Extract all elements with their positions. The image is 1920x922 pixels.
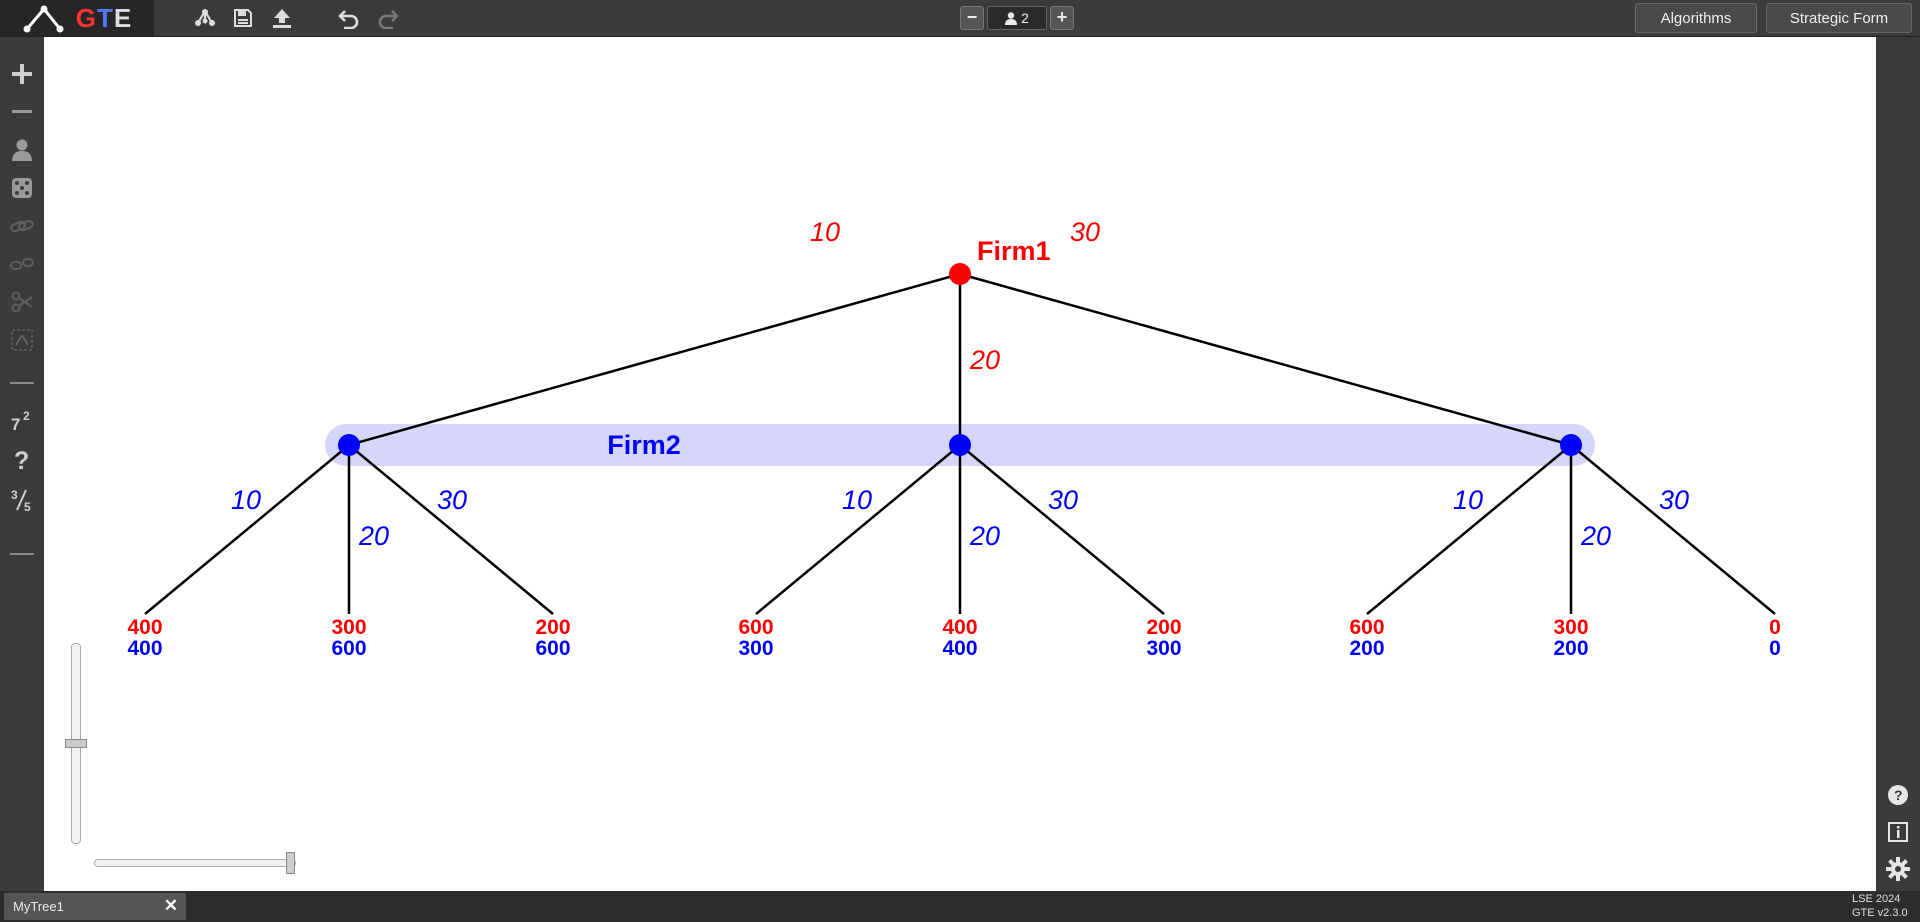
payoff-firm2: 400 — [942, 637, 977, 660]
add-node-icon[interactable] — [7, 59, 37, 89]
tree-canvas[interactable]: Firm2 10 20 30 10 20 30 10 20 30 10 20 30 Firm1 400 40… — [44, 37, 1876, 891]
players-control: − 2 + — [960, 5, 1074, 31]
person-icon — [1005, 11, 1018, 25]
move-label: 30 — [1659, 485, 1689, 515]
svg-text:7: 7 — [11, 415, 20, 433]
algorithms-button[interactable]: Algorithms — [1635, 3, 1757, 33]
payoff-firm1: 0 — [1769, 616, 1781, 639]
move-label: 20 — [1580, 521, 1611, 551]
help-circle-icon[interactable]: ? — [1885, 782, 1911, 808]
payoff-firm1: 300 — [1553, 616, 1588, 639]
payoff-firm1: 400 — [127, 616, 162, 639]
chance-dice-icon[interactable] — [7, 173, 37, 203]
redo-icon[interactable] — [373, 3, 403, 33]
tree-edge — [755, 444, 961, 615]
move-label: 10 — [842, 485, 872, 515]
version-info: LSE 2024 GTE v2.3.0 — [1852, 892, 1912, 920]
svg-text:?: ? — [1894, 787, 1903, 803]
decision-node-firm2[interactable] — [1560, 434, 1582, 456]
payoff-firm2: 0 — [1769, 637, 1781, 660]
payoff-firm1: 200 — [535, 616, 570, 639]
payoff-firm1: 200 — [1146, 616, 1181, 639]
move-label: 10 — [810, 217, 840, 247]
info-icon[interactable] — [1885, 819, 1911, 845]
payoff-firm1: 600 — [738, 616, 773, 639]
bottom-bar: MyTree1 ✕ LSE 2024 GTE v2.3.0 — [0, 891, 1920, 922]
vertical-zoom-slider[interactable] — [65, 643, 87, 844]
decision-node-firm2[interactable] — [949, 434, 971, 456]
payoff-firm1: 300 — [331, 616, 366, 639]
payoff-firm2: 600 — [331, 637, 366, 660]
delete-node-icon[interactable] — [7, 97, 37, 127]
cut-icon[interactable] — [7, 287, 37, 317]
toolbar-divider — [10, 382, 34, 384]
logo-text: GTE — [75, 2, 133, 33]
tree-edge — [348, 272, 961, 447]
payoff-firm2: 300 — [738, 637, 773, 660]
remove-player-button[interactable]: − — [960, 6, 984, 30]
payoff-firm2: 600 — [535, 637, 570, 660]
firm1-player-label: Firm1 — [977, 236, 1051, 266]
move-label: 30 — [1048, 485, 1078, 515]
left-toolbar: 72 ? 35 — [0, 37, 44, 891]
strategic-form-button[interactable]: Strategic Form — [1766, 3, 1912, 33]
players-count-display: 2 — [987, 6, 1047, 30]
gte-logo: GTE — [0, 0, 154, 36]
svg-text:2: 2 — [23, 409, 30, 423]
link-icon[interactable] — [7, 211, 37, 241]
payoff-firm2: 400 — [127, 637, 162, 660]
players-count-value: 2 — [1021, 10, 1029, 26]
tree-edge — [144, 444, 350, 615]
fraction-icon[interactable]: 35 — [7, 485, 37, 515]
undo-icon[interactable] — [334, 3, 364, 33]
right-toolbar: ? — [1876, 37, 1920, 891]
version-line-2: GTE v2.3.0 — [1852, 907, 1908, 919]
root-node-firm1[interactable] — [949, 263, 971, 285]
save-icon[interactable] — [228, 3, 258, 33]
move-label: 30 — [1070, 217, 1100, 247]
close-tab-icon[interactable]: ✕ — [164, 896, 178, 916]
payoff-firm1: 400 — [942, 616, 977, 639]
move-label: 10 — [1453, 485, 1483, 515]
tree-edge — [1366, 444, 1572, 615]
decision-node-firm2[interactable] — [338, 434, 360, 456]
help-question-icon[interactable]: ? — [7, 445, 37, 475]
move-label: 20 — [969, 521, 1000, 551]
tree-edge — [959, 272, 1572, 447]
move-label: 30 — [437, 485, 467, 515]
player-icon[interactable] — [7, 135, 37, 165]
subtree-icon[interactable] — [7, 325, 37, 355]
new-tree-icon[interactable] — [190, 3, 220, 33]
settings-gear-icon[interactable] — [1885, 856, 1911, 882]
toolbar-divider — [10, 553, 34, 555]
tree-logo-icon — [23, 5, 64, 33]
payoff-power-icon[interactable]: 72 — [7, 405, 37, 435]
move-label: 10 — [231, 485, 261, 515]
payoff-firm2: 300 — [1146, 637, 1181, 660]
game-tree[interactable]: Firm2102030102030 102030 102030Firm1 40040… — [44, 37, 1876, 891]
move-label: 20 — [969, 345, 1000, 375]
add-player-button[interactable]: + — [1050, 6, 1074, 30]
horizontal-zoom-slider[interactable] — [94, 852, 296, 874]
upload-icon[interactable] — [267, 3, 297, 33]
tab-mytree1[interactable]: MyTree1 ✕ — [4, 893, 186, 920]
firm2-player-label: Firm2 — [607, 430, 681, 460]
unlink-icon[interactable] — [7, 249, 37, 279]
svg-text:3: 3 — [11, 488, 18, 502]
top-toolbar: GTE − 2 + Algorithms Strategic Form — [0, 0, 1920, 37]
payoff-firm2: 200 — [1349, 637, 1384, 660]
payoff-firm1: 600 — [1349, 616, 1384, 639]
move-label: 20 — [358, 521, 389, 551]
payoff-firm2: 200 — [1553, 637, 1588, 660]
version-line-1: LSE 2024 — [1852, 893, 1901, 905]
tab-label: MyTree1 — [13, 899, 64, 914]
svg-text:5: 5 — [24, 500, 31, 513]
vertical-zoom-thumb[interactable] — [65, 739, 87, 748]
svg-text:?: ? — [14, 447, 29, 473]
horizontal-zoom-thumb[interactable] — [286, 852, 295, 874]
